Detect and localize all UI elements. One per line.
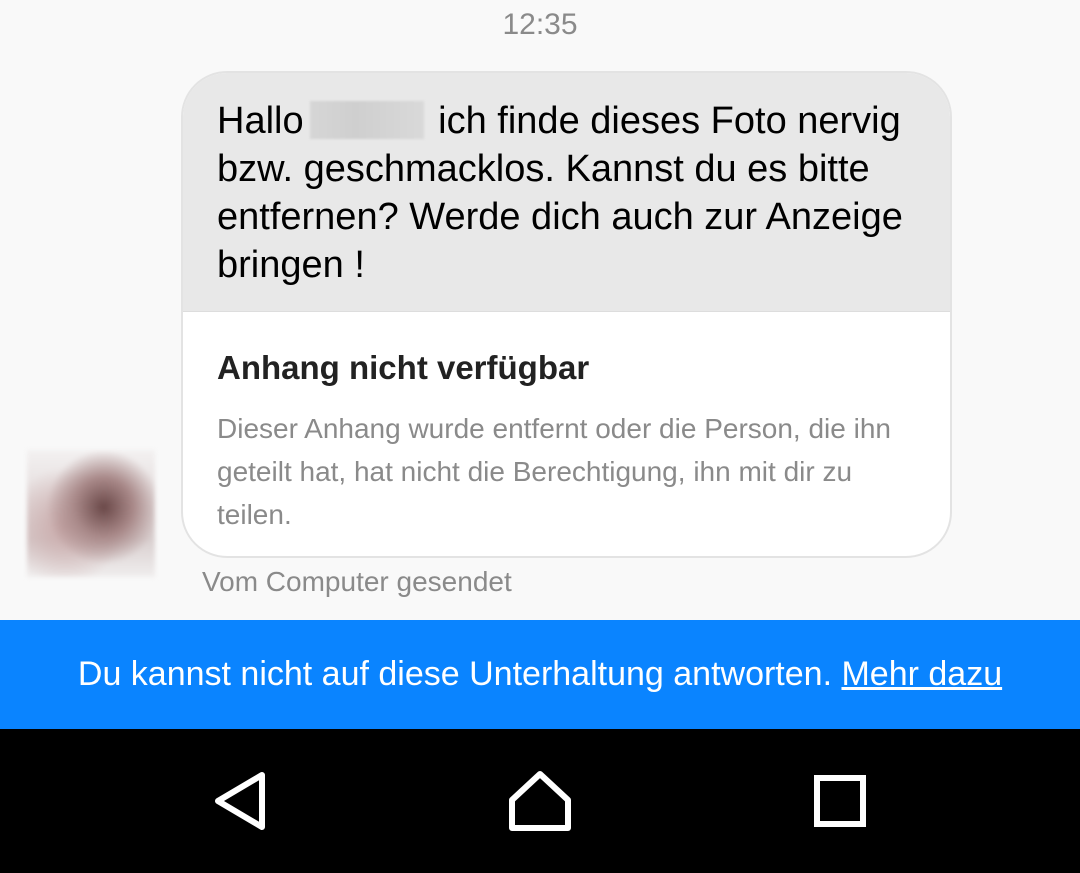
message-text: Hallo ich finde dieses Foto nervig bzw. … [217, 97, 932, 289]
system-navigation-bar [0, 729, 1080, 873]
message-timestamp: 12:35 [502, 8, 578, 41]
message-greeting: Hallo [217, 100, 304, 142]
message-bubble[interactable]: Hallo ich finde dieses Foto nervig bzw. … [181, 71, 952, 558]
recents-square-icon [814, 775, 866, 827]
back-triangle-icon [215, 772, 265, 830]
learn-more-link[interactable]: Mehr dazu [841, 655, 1002, 693]
message-text-area: Hallo ich finde dieses Foto nervig bzw. … [183, 73, 950, 312]
banner-text: Du kannst nicht auf diese Unterhaltung a… [77, 655, 842, 693]
sender-avatar[interactable] [27, 450, 155, 577]
recents-button[interactable] [780, 729, 900, 873]
sent-via-label: Vom Computer gesendet [202, 566, 512, 597]
attachment-title: Anhang nicht verfügbar [217, 349, 590, 386]
back-button[interactable] [180, 729, 300, 873]
home-button[interactable] [480, 729, 600, 873]
attachment-description: Dieser Anhang wurde entfernt oder die Pe… [217, 413, 891, 530]
cannot-reply-banner: Du kannst nicht auf diese Unterhaltung a… [0, 620, 1080, 729]
redacted-name [309, 101, 424, 139]
home-icon [509, 771, 571, 831]
